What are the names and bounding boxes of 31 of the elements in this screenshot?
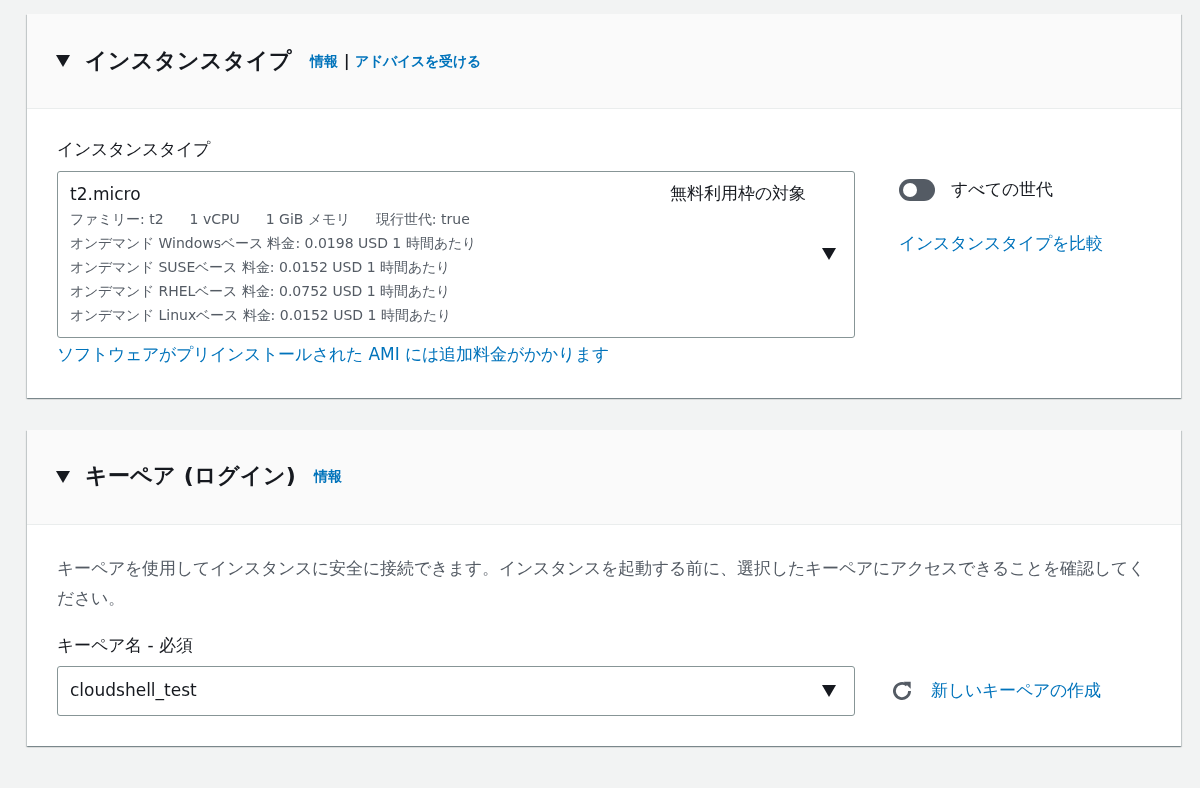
info-link[interactable]: アドバイスを受ける: [355, 50, 482, 72]
price-text: オンデマンド Windowsベース 料金: 0.0198 USD 1 時間あたり: [70, 234, 476, 253]
separator: |: [344, 50, 350, 72]
field-label: インスタンスタイプ: [57, 138, 212, 161]
key-pair-select[interactable]: cloudshell_test: [57, 666, 855, 716]
spec-text: ファミリー: t2: [70, 210, 164, 229]
section-title: キーペア (ログイン): [85, 463, 296, 490]
price-text: オンデマンド Linuxベース 料金: 0.0152 USD 1 時間あたり: [70, 306, 451, 325]
selected-value: cloudshell_test: [70, 679, 197, 703]
toggle-label: すべての世代: [951, 178, 1053, 201]
spec-text: 1 vCPU: [189, 210, 240, 229]
expand-triangle-icon[interactable]: [55, 55, 71, 67]
create-key-pair-link[interactable]: 新しいキーペアの作成: [931, 678, 1101, 704]
caret-icon: [822, 685, 836, 697]
info-link[interactable]: 情報: [310, 50, 338, 72]
info-link[interactable]: 情報: [313, 466, 342, 487]
spec-text: 1 GiB メモリ: [265, 210, 350, 229]
spec-text: 現行世代: true: [375, 210, 470, 229]
compare-link[interactable]: インスタンスタイプを比較: [899, 230, 1103, 256]
description-text: キーペアを使用してインスタンスに安全に接続できます。インスタンスを起動する前に、選択したキーペアにアクセスできることを確認してください。: [57, 556, 1146, 610]
price-text: オンデマンド RHELベース 料金: 0.0752 USD 1 時間あたり: [70, 282, 451, 301]
toggle-switch[interactable]: [899, 178, 935, 201]
caret-icon: [822, 247, 836, 260]
price-text: オンデマンド SUSEベース 料金: 0.0152 USD 1 時間あたり: [70, 258, 451, 277]
section-title: インスタンスタイプ: [85, 47, 292, 75]
free-tier-label: 無料利用枠の対象: [670, 181, 806, 205]
field-label: キーペア名 - 必須: [57, 633, 194, 657]
expand-triangle-icon[interactable]: [55, 470, 71, 483]
instance-type-select[interactable]: [57, 170, 855, 338]
pricing-note-link[interactable]: ソフトウェアがプリインストールされた AMI には追加料金がかかります: [57, 342, 610, 368]
selected-value: t2.micro: [70, 182, 141, 206]
